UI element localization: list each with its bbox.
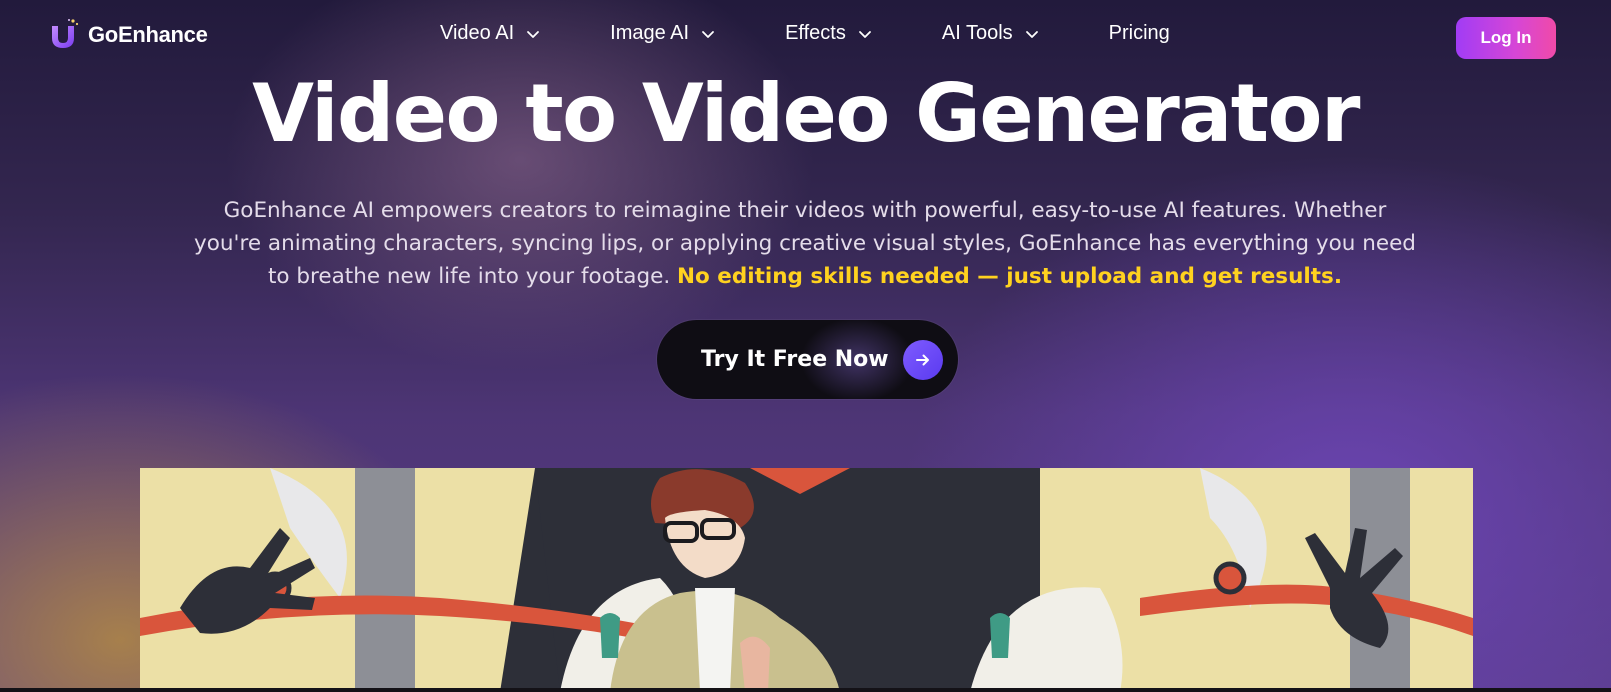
try-free-button-label: Try It Free Now: [701, 347, 889, 372]
page-title: Video to Video Generator: [252, 67, 1360, 160]
nav-item-label: AI Tools: [941, 22, 1013, 44]
nav-menu: Video AI Image AI Effects AI Tools Prici…: [440, 22, 1170, 45]
nav-item-label: Video AI: [440, 22, 515, 44]
chevron-down-icon: [1025, 30, 1038, 38]
nav-item-ai-tools[interactable]: AI Tools: [942, 22, 1039, 45]
nav-item-video-ai[interactable]: Video AI: [440, 22, 540, 45]
nav-item-pricing[interactable]: Pricing: [1109, 22, 1170, 45]
top-navigation: GoEnhance Video AI Image AI Effects AI T…: [0, 0, 1611, 74]
chevron-down-icon: [527, 30, 540, 38]
try-free-button[interactable]: Try It Free Now: [657, 320, 958, 399]
nav-item-image-ai[interactable]: Image AI: [610, 22, 715, 45]
page-bottom-edge: [0, 688, 1611, 692]
video-preview-illustration: [140, 468, 1473, 692]
nav-item-label: Effects: [785, 22, 846, 44]
video-preview[interactable]: [140, 468, 1473, 692]
chevron-down-icon: [858, 30, 871, 38]
arrow-right-icon: [902, 339, 943, 380]
hero-description: GoEnhance AI empowers creators to reimag…: [190, 194, 1420, 293]
brand-name: GoEnhance: [88, 22, 208, 47]
nav-item-label: Image AI: [610, 22, 690, 44]
chevron-down-icon: [702, 30, 714, 38]
login-button[interactable]: Log In: [1456, 17, 1556, 59]
brand-logo[interactable]: GoEnhance: [46, 18, 208, 52]
hero-highlight-text: No editing skills needed — just upload a…: [677, 264, 1343, 289]
goenhance-logo-icon: [52, 19, 79, 48]
nav-item-label: Pricing: [1108, 22, 1170, 44]
nav-item-effects[interactable]: Effects: [785, 22, 872, 45]
